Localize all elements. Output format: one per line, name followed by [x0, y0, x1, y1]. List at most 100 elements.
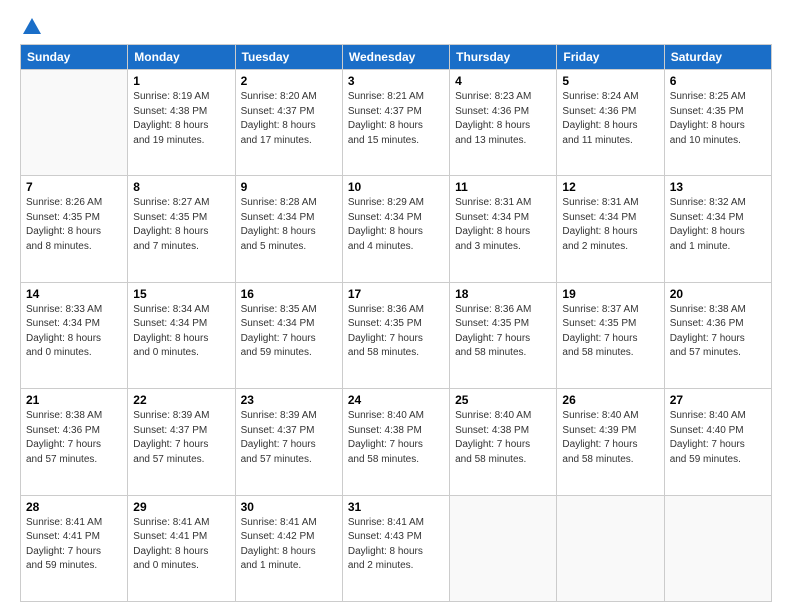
day-info: Sunrise: 8:31 AMSunset: 4:34 PMDaylight:…	[455, 196, 551, 254]
day-number: 26	[562, 393, 658, 407]
day-number: 25	[455, 393, 551, 407]
day-number: 19	[562, 287, 658, 301]
calendar-header-row: Sunday Monday Tuesday Wednesday Thursday…	[21, 45, 772, 70]
calendar-cell: 14 Sunrise: 8:33 AMSunset: 4:34 PMDayligh…	[21, 282, 128, 388]
calendar-cell	[557, 495, 664, 601]
calendar-cell: 29 Sunrise: 8:41 AMSunset: 4:41 PMDayligh…	[128, 495, 235, 601]
day-info: Sunrise: 8:41 AMSunset: 4:42 PMDaylight:…	[241, 516, 337, 574]
day-number: 6	[670, 74, 766, 88]
day-number: 17	[348, 287, 444, 301]
calendar: Sunday Monday Tuesday Wednesday Thursday…	[20, 44, 772, 602]
col-sunday: Sunday	[21, 45, 128, 70]
day-info: Sunrise: 8:35 AMSunset: 4:34 PMDaylight:…	[241, 303, 337, 361]
calendar-cell: 6 Sunrise: 8:25 AMSunset: 4:35 PMDaylight…	[664, 70, 771, 176]
day-info: Sunrise: 8:40 AMSunset: 4:38 PMDaylight:…	[455, 409, 551, 467]
calendar-cell: 28 Sunrise: 8:41 AMSunset: 4:41 PMDayligh…	[21, 495, 128, 601]
day-number: 4	[455, 74, 551, 88]
calendar-cell: 17 Sunrise: 8:36 AMSunset: 4:35 PMDayligh…	[342, 282, 449, 388]
calendar-cell: 20 Sunrise: 8:38 AMSunset: 4:36 PMDayligh…	[664, 282, 771, 388]
calendar-cell: 3 Sunrise: 8:21 AMSunset: 4:37 PMDaylight…	[342, 70, 449, 176]
calendar-row-2: 14 Sunrise: 8:33 AMSunset: 4:34 PMDayligh…	[21, 282, 772, 388]
day-number: 18	[455, 287, 551, 301]
calendar-cell: 21Sunrise: 8:38 AMSunset: 4:36 PMDayligh…	[21, 389, 128, 495]
day-info: Sunrise: 8:28 AMSunset: 4:34 PMDaylight:…	[241, 196, 337, 254]
day-info: Sunrise: 8:40 AMSunset: 4:39 PMDaylight:…	[562, 409, 658, 467]
calendar-cell: 27 Sunrise: 8:40 AMSunset: 4:40 PMDayligh…	[664, 389, 771, 495]
calendar-cell	[664, 495, 771, 601]
day-info: Sunrise: 8:39 AMSunset: 4:37 PMDaylight:…	[133, 409, 229, 467]
col-friday: Friday	[557, 45, 664, 70]
col-wednesday: Wednesday	[342, 45, 449, 70]
day-info: Sunrise: 8:38 AMSunset: 4:36 PMDaylight:…	[26, 409, 122, 467]
day-number: 27	[670, 393, 766, 407]
day-info: Sunrise: 8:29 AMSunset: 4:34 PMDaylight:…	[348, 196, 444, 254]
col-tuesday: Tuesday	[235, 45, 342, 70]
day-number: 11	[455, 180, 551, 194]
day-info: Sunrise: 8:39 AMSunset: 4:37 PMDaylight:…	[241, 409, 337, 467]
day-number: 29	[133, 500, 229, 514]
calendar-cell: 13 Sunrise: 8:32 AMSunset: 4:34 PMDayligh…	[664, 176, 771, 282]
logo-icon	[21, 16, 43, 38]
day-info: Sunrise: 8:24 AMSunset: 4:36 PMDaylight:…	[562, 90, 658, 148]
calendar-cell: 12 Sunrise: 8:31 AMSunset: 4:34 PMDayligh…	[557, 176, 664, 282]
day-info: Sunrise: 8:36 AMSunset: 4:35 PMDaylight:…	[455, 303, 551, 361]
calendar-cell: 8 Sunrise: 8:27 AMSunset: 4:35 PMDaylight…	[128, 176, 235, 282]
day-number: 8	[133, 180, 229, 194]
day-number: 15	[133, 287, 229, 301]
calendar-row-4: 28 Sunrise: 8:41 AMSunset: 4:41 PMDayligh…	[21, 495, 772, 601]
day-info: Sunrise: 8:40 AMSunset: 4:40 PMDaylight:…	[670, 409, 766, 467]
day-info: Sunrise: 8:23 AMSunset: 4:36 PMDaylight:…	[455, 90, 551, 148]
day-number: 23	[241, 393, 337, 407]
calendar-row-3: 21Sunrise: 8:38 AMSunset: 4:36 PMDayligh…	[21, 389, 772, 495]
calendar-cell: 26 Sunrise: 8:40 AMSunset: 4:39 PMDayligh…	[557, 389, 664, 495]
day-info: Sunrise: 8:41 AMSunset: 4:43 PMDaylight:…	[348, 516, 444, 574]
calendar-row-0: 1Sunrise: 8:19 AMSunset: 4:38 PMDaylight…	[21, 70, 772, 176]
calendar-cell: 10 Sunrise: 8:29 AMSunset: 4:34 PMDayligh…	[342, 176, 449, 282]
day-number: 5	[562, 74, 658, 88]
calendar-cell: 9Sunrise: 8:28 AMSunset: 4:34 PMDaylight…	[235, 176, 342, 282]
day-number: 28	[26, 500, 122, 514]
day-info: Sunrise: 8:37 AMSunset: 4:35 PMDaylight:…	[562, 303, 658, 361]
calendar-cell: 31 Sunrise: 8:41 AMSunset: 4:43 PMDayligh…	[342, 495, 449, 601]
calendar-cell: 16Sunrise: 8:35 AMSunset: 4:34 PMDayligh…	[235, 282, 342, 388]
day-number: 12	[562, 180, 658, 194]
day-number: 13	[670, 180, 766, 194]
day-info: Sunrise: 8:26 AMSunset: 4:35 PMDaylight:…	[26, 196, 122, 254]
day-info: Sunrise: 8:31 AMSunset: 4:34 PMDaylight:…	[562, 196, 658, 254]
calendar-cell: 15 Sunrise: 8:34 AMSunset: 4:34 PMDayligh…	[128, 282, 235, 388]
day-info: Sunrise: 8:41 AMSunset: 4:41 PMDaylight:…	[133, 516, 229, 574]
day-info: Sunrise: 8:27 AMSunset: 4:35 PMDaylight:…	[133, 196, 229, 254]
day-info: Sunrise: 8:38 AMSunset: 4:36 PMDaylight:…	[670, 303, 766, 361]
day-info: Sunrise: 8:33 AMSunset: 4:34 PMDaylight:…	[26, 303, 122, 361]
col-monday: Monday	[128, 45, 235, 70]
col-saturday: Saturday	[664, 45, 771, 70]
day-number: 20	[670, 287, 766, 301]
calendar-row-1: 7 Sunrise: 8:26 AMSunset: 4:35 PMDaylight…	[21, 176, 772, 282]
day-number: 1	[133, 74, 229, 88]
col-thursday: Thursday	[450, 45, 557, 70]
day-number: 31	[348, 500, 444, 514]
calendar-cell: 25 Sunrise: 8:40 AMSunset: 4:38 PMDayligh…	[450, 389, 557, 495]
day-info: Sunrise: 8:32 AMSunset: 4:34 PMDaylight:…	[670, 196, 766, 254]
day-info: Sunrise: 8:21 AMSunset: 4:37 PMDaylight:…	[348, 90, 444, 148]
calendar-cell: 11 Sunrise: 8:31 AMSunset: 4:34 PMDayligh…	[450, 176, 557, 282]
day-number: 7	[26, 180, 122, 194]
day-info: Sunrise: 8:36 AMSunset: 4:35 PMDaylight:…	[348, 303, 444, 361]
calendar-cell	[450, 495, 557, 601]
day-number: 3	[348, 74, 444, 88]
day-number: 24	[348, 393, 444, 407]
day-info: Sunrise: 8:25 AMSunset: 4:35 PMDaylight:…	[670, 90, 766, 148]
day-info: Sunrise: 8:40 AMSunset: 4:38 PMDaylight:…	[348, 409, 444, 467]
calendar-cell: 18 Sunrise: 8:36 AMSunset: 4:35 PMDayligh…	[450, 282, 557, 388]
calendar-cell: 5 Sunrise: 8:24 AMSunset: 4:36 PMDaylight…	[557, 70, 664, 176]
logo	[20, 16, 44, 34]
day-info: Sunrise: 8:34 AMSunset: 4:34 PMDaylight:…	[133, 303, 229, 361]
calendar-cell	[21, 70, 128, 176]
calendar-cell: 30Sunrise: 8:41 AMSunset: 4:42 PMDayligh…	[235, 495, 342, 601]
calendar-cell: 2Sunrise: 8:20 AMSunset: 4:37 PMDaylight…	[235, 70, 342, 176]
day-number: 10	[348, 180, 444, 194]
day-info: Sunrise: 8:41 AMSunset: 4:41 PMDaylight:…	[26, 516, 122, 574]
day-number: 22	[133, 393, 229, 407]
header	[20, 16, 772, 34]
day-number: 14	[26, 287, 122, 301]
